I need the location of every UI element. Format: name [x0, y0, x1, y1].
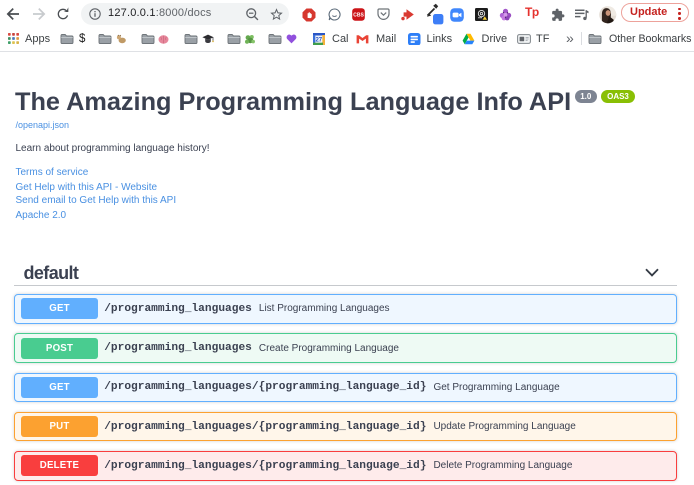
svg-text:CBS: CBS	[353, 13, 364, 19]
svg-text:27: 27	[315, 37, 322, 43]
